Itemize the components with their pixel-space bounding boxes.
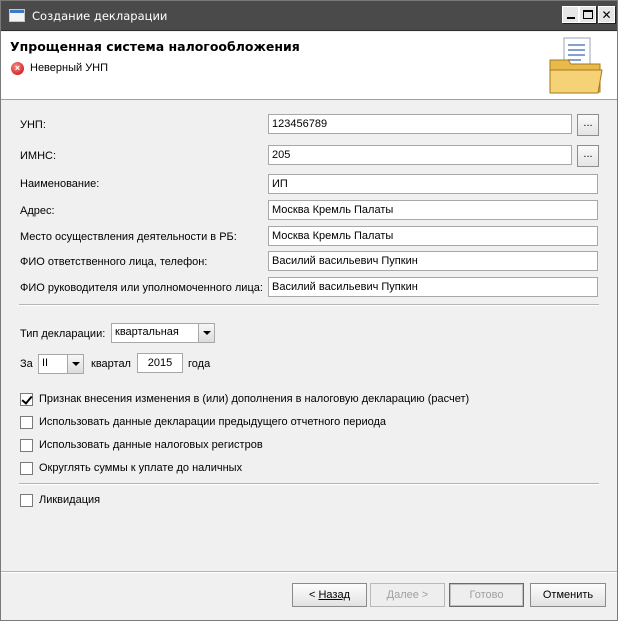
imns-label: ИМНС: <box>20 150 57 162</box>
minimize-icon <box>566 17 575 19</box>
head-field[interactable]: Василий васильевич Пупкин <box>268 277 598 297</box>
liquidation-label: Ликвидация <box>39 494 101 506</box>
close-button[interactable]: ✕ <box>598 6 615 23</box>
error-icon: × <box>11 62 24 75</box>
declaration-type-label: Тип декларации: <box>20 328 106 340</box>
quarter-label: квартал <box>91 358 131 370</box>
imns-browse-button[interactable]: ... <box>577 145 599 167</box>
unp-label: УНП: <box>20 119 46 131</box>
divider <box>19 304 599 306</box>
name-field[interactable]: ИП <box>268 174 598 194</box>
year-field[interactable]: 2015 <box>137 353 183 373</box>
back-arrow: < <box>308 589 316 601</box>
place-field[interactable]: Москва Кремль Палаты <box>268 226 598 246</box>
unp-browse-button[interactable]: ... <box>577 114 599 136</box>
title-bar[interactable]: Создание декларации ✕ <box>1 1 617 31</box>
folder-document-icon <box>549 37 603 94</box>
window-icon <box>9 9 25 22</box>
tax-registers-label: Использовать данные налоговых регистров <box>39 439 263 451</box>
tax-registers-checkbox[interactable] <box>20 439 33 452</box>
place-label: Место осуществления деятельности в РБ: <box>20 231 237 243</box>
address-field[interactable]: Москва Кремль Палаты <box>268 200 598 220</box>
divider <box>19 483 599 485</box>
maximize-button[interactable] <box>579 6 596 23</box>
declaration-type-select[interactable]: квартальная <box>111 323 215 343</box>
unp-field[interactable]: 123456789 <box>268 114 572 134</box>
declaration-form: УНП: 123456789 ... ИМНС: 205 ... Наимено… <box>1 101 617 571</box>
quarter-select[interactable]: II <box>38 354 84 374</box>
close-icon: ✕ <box>601 7 612 22</box>
for-label: За <box>20 358 33 370</box>
name-label: Наименование: <box>20 178 100 190</box>
cancel-button[interactable]: Отменить <box>530 583 606 607</box>
previous-period-label: Использовать данные декларации предыдуще… <box>39 416 387 428</box>
declaration-type-value: квартальная <box>115 326 179 338</box>
quarter-value: II <box>42 357 49 369</box>
error-message: Неверный УНП <box>30 62 109 74</box>
minimize-button[interactable] <box>562 6 579 23</box>
liquidation-checkbox[interactable] <box>20 494 33 507</box>
finish-button[interactable]: Готово <box>449 583 524 607</box>
head-label: ФИО руководителя или уполномоченного лиц… <box>20 282 263 294</box>
chevron-down-icon[interactable] <box>67 355 83 373</box>
amendment-checkbox[interactable] <box>20 393 33 406</box>
responsible-label: ФИО ответственного лица, телефон: <box>20 256 208 268</box>
window-title: Создание декларации <box>32 9 168 23</box>
address-label: Адрес: <box>20 205 55 217</box>
year-label: года <box>188 358 211 370</box>
maximize-icon <box>582 10 593 19</box>
amendment-label: Признак внесения изменения в (или) допол… <box>39 393 470 405</box>
footer-divider <box>1 571 617 573</box>
next-label: Далее <box>386 589 419 601</box>
round-sums-label: Округлять суммы к уплате до наличных <box>39 462 243 474</box>
back-button[interactable]: < Назад <box>292 583 367 607</box>
round-sums-checkbox[interactable] <box>20 462 33 475</box>
chevron-down-icon[interactable] <box>198 324 214 342</box>
wizard-header: Упрощенная система налогообложения × Нев… <box>1 32 617 100</box>
responsible-field[interactable]: Василий васильевич Пупкин <box>268 251 598 271</box>
back-label: Назад <box>318 589 351 601</box>
page-title: Упрощенная система налогообложения <box>10 39 300 54</box>
previous-period-checkbox[interactable] <box>20 416 33 429</box>
next-button[interactable]: Далее > <box>370 583 445 607</box>
imns-field[interactable]: 205 <box>268 145 572 165</box>
next-arrow: > <box>421 589 429 601</box>
create-declaration-dialog: Создание декларации ✕ Упрощенная система… <box>0 0 618 621</box>
